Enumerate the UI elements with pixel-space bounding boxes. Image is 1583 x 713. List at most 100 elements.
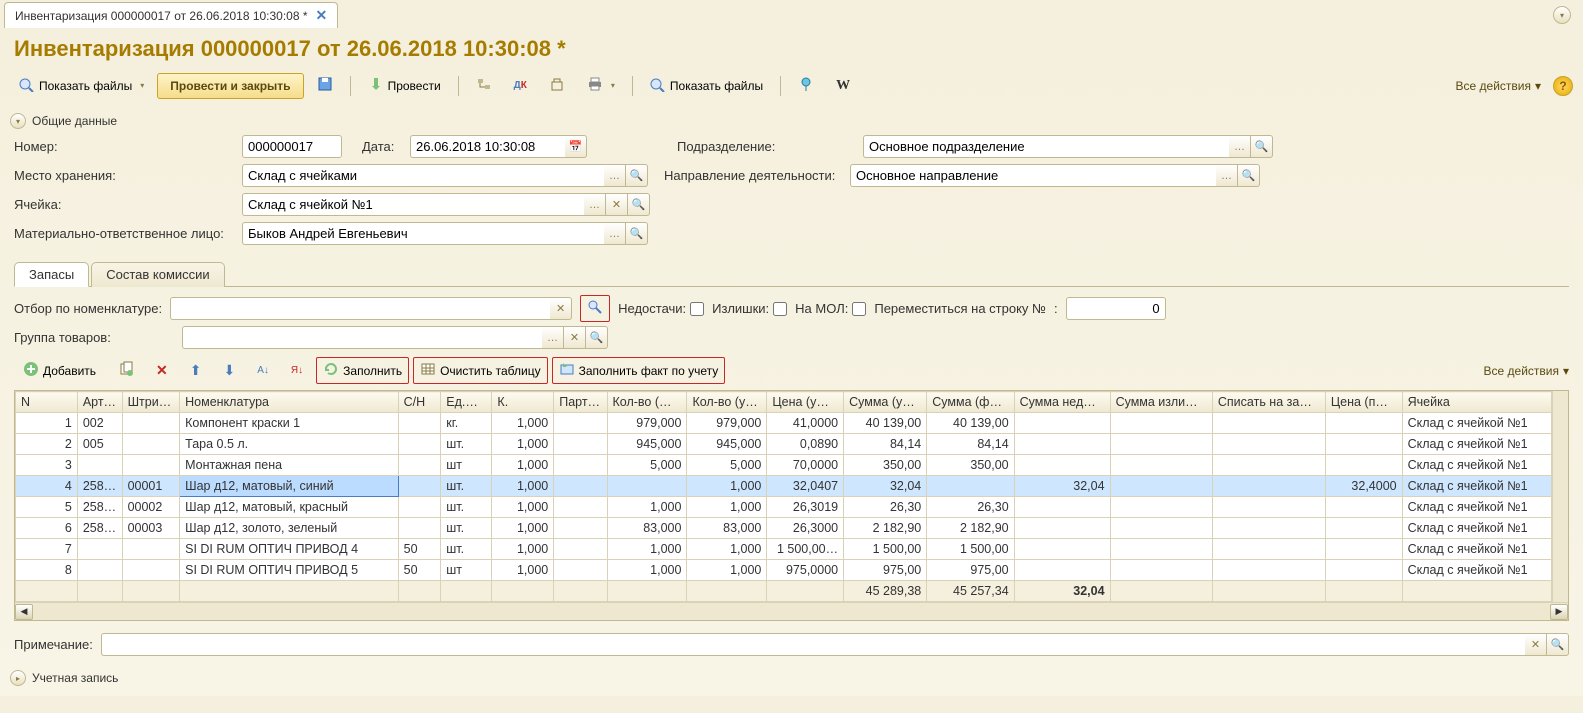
search-icon[interactable]: 🔍	[626, 222, 648, 245]
column-header[interactable]: Парт…	[554, 392, 607, 413]
copy-row-button[interactable]	[109, 357, 143, 384]
search-icon[interactable]: 🔍	[1251, 135, 1273, 158]
help-icon[interactable]: ?	[1553, 76, 1573, 96]
select-icon[interactable]: …	[604, 222, 626, 245]
clear-icon[interactable]: ✕	[564, 326, 586, 349]
sort-desc-button[interactable]: Я↓	[282, 361, 312, 380]
nom-filter-field[interactable]	[170, 297, 550, 320]
tabs-dropdown-icon[interactable]: ▾	[1553, 6, 1571, 24]
tab-stocks[interactable]: Запасы	[14, 262, 89, 287]
post-and-close-button[interactable]: Провести и закрыть	[157, 73, 303, 99]
select-icon[interactable]: …	[1216, 164, 1238, 187]
dept-field[interactable]	[863, 135, 1229, 158]
surplus-checkbox[interactable]: Излишки:	[712, 301, 787, 316]
column-header[interactable]: Арт…	[77, 392, 122, 413]
date-field[interactable]	[410, 135, 565, 158]
close-icon[interactable]: ✕	[316, 7, 328, 24]
apply-filter-button[interactable]	[580, 295, 610, 322]
save-button[interactable]	[308, 72, 342, 99]
activity-field[interactable]	[850, 164, 1216, 187]
search-icon[interactable]: 🔍	[1238, 164, 1260, 187]
column-header[interactable]: Сумма изли…	[1110, 392, 1212, 413]
clear-icon[interactable]: ✕	[550, 297, 572, 320]
report-button[interactable]	[540, 72, 574, 99]
table-row[interactable]: 52585100002Шар д12, матовый, красныйшт.1…	[16, 497, 1552, 518]
table-row[interactable]: 7SI DI RUM ОПТИЧ ПРИВОД 450шт.1,0001,000…	[16, 539, 1552, 560]
column-header[interactable]: С/Н	[398, 392, 441, 413]
column-header[interactable]: Списать на за…	[1212, 392, 1325, 413]
select-icon[interactable]: …	[584, 193, 606, 216]
search-icon[interactable]: 🔍	[1547, 633, 1569, 656]
show-files-button-2[interactable]: Показать файлы	[641, 72, 772, 99]
clear-icon[interactable]: ✕	[606, 193, 628, 216]
horizontal-scrollbar[interactable]: ◀ ▶	[15, 602, 1568, 620]
vertical-scrollbar[interactable]	[1552, 391, 1568, 602]
search-icon[interactable]: 🔍	[628, 193, 650, 216]
goto-row-field[interactable]	[1066, 297, 1166, 320]
table-row[interactable]: 2005Тара 0.5 л.шт.1,000945,000945,0000,0…	[16, 434, 1552, 455]
arrow-up-icon: ⬆	[190, 362, 202, 379]
select-icon[interactable]: …	[1229, 135, 1251, 158]
scroll-right-icon[interactable]: ▶	[1550, 604, 1568, 620]
move-up-button[interactable]: ⬆	[181, 358, 211, 383]
post-button[interactable]: Провести	[359, 72, 450, 99]
select-icon[interactable]: …	[604, 164, 626, 187]
select-icon[interactable]: …	[542, 326, 564, 349]
expand-icon[interactable]: ▸	[10, 670, 26, 686]
print-button[interactable]	[578, 72, 624, 99]
column-header[interactable]: Сумма (у…	[844, 392, 927, 413]
all-actions-dropdown[interactable]: Все действия ▾	[1456, 79, 1542, 93]
location-button[interactable]	[789, 72, 823, 99]
column-header[interactable]: Сумма (ф…	[927, 392, 1014, 413]
save-icon	[317, 76, 333, 95]
clear-icon[interactable]: ✕	[1525, 633, 1547, 656]
search-icon[interactable]: 🔍	[586, 326, 608, 349]
move-down-button[interactable]: ⬇	[215, 358, 245, 383]
collapse-icon[interactable]: ▾	[10, 113, 26, 129]
mol-checkbox[interactable]: На МОЛ:	[795, 301, 866, 316]
column-header[interactable]: Кол-во (ф…	[607, 392, 687, 413]
table-row[interactable]: 8SI DI RUM ОПТИЧ ПРИВОД 550шт1,0001,0001…	[16, 560, 1552, 581]
calendar-icon[interactable]: 📅	[565, 135, 587, 158]
column-header[interactable]: Ед.И…	[441, 392, 492, 413]
wiki-button[interactable]: W	[827, 74, 859, 98]
group-filter-field[interactable]	[182, 326, 542, 349]
table-row[interactable]: 62585000003Шар д12, золото, зеленыйшт.1,…	[16, 518, 1552, 539]
structure-button[interactable]	[467, 72, 501, 99]
dtct-button[interactable]: ДК	[505, 76, 536, 95]
refresh-icon	[323, 361, 339, 380]
table-row[interactable]: 1002Компонент краски 1кг.1,000979,000979…	[16, 413, 1552, 434]
document-tab-title: Инвентаризация 000000017 от 26.06.2018 1…	[15, 9, 308, 23]
column-header[interactable]: Номенклатура	[180, 392, 399, 413]
column-header[interactable]: Цена (у…	[767, 392, 844, 413]
mol-field[interactable]	[242, 222, 604, 245]
table-row[interactable]: 3Монтажная пенашт1,0005,0005,00070,00003…	[16, 455, 1552, 476]
grid-all-actions-dropdown[interactable]: Все действия ▾	[1484, 364, 1570, 378]
column-header[interactable]: Штрих…	[122, 392, 180, 413]
clear-table-button[interactable]: Очистить таблицу	[413, 357, 548, 384]
column-header[interactable]: Сумма нед…	[1014, 392, 1110, 413]
column-header[interactable]: Кол-во (у…	[687, 392, 767, 413]
column-header[interactable]: К.	[492, 392, 554, 413]
column-header[interactable]: Цена (п…	[1325, 392, 1402, 413]
cell-field[interactable]	[242, 193, 584, 216]
add-row-button[interactable]: Добавить	[14, 357, 105, 384]
number-field[interactable]	[242, 135, 342, 158]
table-row[interactable]: 42585200001Шар д12, матовый, синийшт.1,0…	[16, 476, 1552, 497]
column-header[interactable]: N	[16, 392, 78, 413]
column-header[interactable]: Ячейка	[1402, 392, 1551, 413]
tab-commission[interactable]: Состав комиссии	[91, 262, 224, 287]
storage-field[interactable]	[242, 164, 604, 187]
fill-fact-button[interactable]: Заполнить факт по учету	[552, 357, 726, 384]
search-icon[interactable]: 🔍	[626, 164, 648, 187]
show-files-button[interactable]: Показать файлы	[10, 72, 153, 99]
fill-button[interactable]: Заполнить	[316, 357, 409, 384]
notes-field[interactable]	[101, 633, 1525, 656]
scroll-left-icon[interactable]: ◀	[15, 604, 33, 620]
shortage-checkbox[interactable]: Недостачи:	[618, 301, 704, 316]
delete-row-button[interactable]: ✕	[147, 358, 177, 383]
fill-fact-icon	[559, 361, 575, 380]
sort-asc-button[interactable]: A↓	[248, 361, 278, 380]
document-tab[interactable]: Инвентаризация 000000017 от 26.06.2018 1…	[4, 2, 338, 28]
stocks-table[interactable]: NАрт…Штрих…НоменклатураС/НЕд.И…К.Парт…Ко…	[15, 391, 1552, 602]
